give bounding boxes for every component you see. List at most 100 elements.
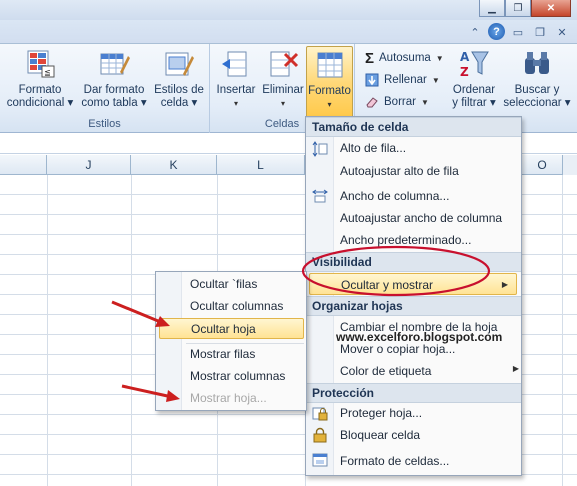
submenu-item-mostrar-hoja: Mostrar hoja... bbox=[190, 391, 267, 405]
menu-item-color-etiqueta-label: Color de etiqueta bbox=[340, 364, 432, 378]
formato-menu: Tamaño de celda Alto de fila... Autoajus… bbox=[305, 116, 522, 476]
menu-item-proteger-hoja[interactable]: Proteger hoja... bbox=[340, 406, 422, 420]
borrar-label: Borrar bbox=[384, 96, 416, 108]
column-header-k[interactable]: K bbox=[131, 155, 217, 175]
column-header-j[interactable]: J bbox=[47, 155, 131, 175]
close-icon: ✕ bbox=[557, 26, 567, 39]
svg-text:≦: ≦ bbox=[44, 68, 51, 77]
scrollbar-top[interactable] bbox=[562, 155, 577, 175]
autosuma-label: Autosuma bbox=[379, 52, 431, 64]
title-bar: ▁ ❐ ✕ bbox=[0, 0, 577, 20]
gridline bbox=[131, 175, 132, 486]
eliminar-button[interactable]: Eliminar ▾ bbox=[260, 48, 306, 110]
row-height-icon bbox=[312, 141, 328, 157]
group-estilos: ≦ Formato condicional ▾ Dar formato como… bbox=[0, 44, 210, 133]
menu-item-ocultar-mostrar[interactable]: Ocultar y mostrar ▶ bbox=[309, 273, 517, 295]
restore-button[interactable]: ❐ bbox=[505, 0, 531, 17]
menu-item-ocultar-mostrar-label: Ocultar y mostrar bbox=[341, 278, 434, 292]
estilos-celda-button[interactable]: Estilos de celda ▾ bbox=[150, 48, 208, 110]
submenu-icon-gutter bbox=[156, 272, 182, 410]
submenu-arrow-icon: ▶ bbox=[501, 280, 508, 289]
autosuma-dropdown-icon: ▼ bbox=[435, 53, 444, 63]
menu-item-ancho-predeterminado[interactable]: Ancho predeterminado... bbox=[340, 233, 471, 247]
formato-condicional-label-1: Formato bbox=[18, 84, 62, 96]
ribbon-controls: ⌃ ? ▭ ❐ ✕ bbox=[466, 23, 571, 41]
eraser-icon bbox=[366, 97, 378, 108]
estilos-celda-label-1: Estilos de bbox=[154, 84, 204, 96]
column-header-prev[interactable] bbox=[0, 155, 47, 175]
help-icon: ? bbox=[493, 25, 500, 38]
section-tamano-celda: Tamaño de celda bbox=[306, 117, 521, 137]
menu-item-ancho-columna[interactable]: Ancho de columna... bbox=[340, 189, 449, 203]
insertar-button[interactable]: Insertar ▾ bbox=[214, 48, 258, 110]
menu-item-bloquear-celda[interactable]: Bloquear celda bbox=[340, 428, 420, 442]
formato-condicional-button[interactable]: ≦ Formato condicional ▾ bbox=[6, 48, 74, 110]
submenu-divider bbox=[186, 343, 304, 344]
insertar-label: Insertar bbox=[216, 84, 256, 96]
ordenar-filtrar-label-1: Ordenar bbox=[452, 84, 496, 96]
conditional-format-icon: ≦ bbox=[27, 50, 55, 78]
group-label-estilos: Estilos bbox=[88, 118, 121, 130]
dar-formato-tabla-button[interactable]: Dar formato como tabla ▾ bbox=[80, 48, 148, 110]
chevron-up-icon: ⌃ bbox=[470, 26, 480, 39]
section-organizar-hojas: Organizar hojas bbox=[306, 296, 521, 316]
menu-item-alto-fila[interactable]: Alto de fila... bbox=[340, 141, 406, 155]
submenu-item-mostrar-filas[interactable]: Mostrar filas bbox=[190, 347, 255, 361]
svg-text:Z: Z bbox=[460, 65, 469, 79]
autosuma-button[interactable]: Σ Autosuma ▼ bbox=[365, 48, 444, 68]
submenu-item-ocultar-columnas[interactable]: Ocultar columnas bbox=[190, 299, 283, 313]
help-button[interactable]: ? bbox=[488, 23, 505, 40]
minimize-icon: ▁ bbox=[488, 2, 496, 14]
borrar-button[interactable]: Borrar ▼ bbox=[365, 92, 429, 112]
doc-restore-button[interactable]: ❐ bbox=[531, 23, 549, 41]
formato-label: Formato bbox=[308, 85, 351, 97]
borrar-dropdown-icon: ▼ bbox=[420, 97, 429, 107]
submenu-item-mostrar-columnas[interactable]: Mostrar columnas bbox=[190, 369, 285, 383]
delete-cells-icon bbox=[270, 51, 299, 77]
section-visibilidad: Visibilidad bbox=[306, 252, 521, 272]
protect-sheet-icon bbox=[312, 407, 328, 421]
window-controls: ▁ ❐ ✕ bbox=[479, 0, 571, 17]
menu-item-color-etiqueta[interactable]: Color de etiqueta ▶ bbox=[340, 364, 519, 378]
column-header-o[interactable]: O bbox=[522, 155, 562, 175]
sigma-icon: Σ bbox=[365, 49, 375, 67]
restore-icon: ❐ bbox=[513, 2, 523, 14]
format-cells-icon bbox=[312, 453, 328, 467]
close-button[interactable]: ✕ bbox=[531, 0, 571, 17]
insertar-arrow: ▾ bbox=[233, 99, 238, 108]
gridline bbox=[47, 175, 48, 486]
estilos-celda-label-2: celda ▾ bbox=[160, 97, 198, 109]
lock-icon bbox=[313, 427, 327, 443]
insert-cells-icon bbox=[222, 51, 247, 77]
doc-minimize-button[interactable]: ▭ bbox=[509, 23, 527, 41]
minimize-button[interactable]: ▁ bbox=[479, 0, 505, 17]
buscar-seleccionar-label-1: Buscar y bbox=[514, 84, 560, 96]
eliminar-label: Eliminar bbox=[262, 84, 304, 96]
table-format-icon bbox=[100, 53, 130, 75]
submenu-item-ocultar-filas[interactable]: Ocultar `filas bbox=[190, 277, 257, 291]
rellenar-dropdown-icon: ▼ bbox=[431, 75, 440, 85]
buscar-seleccionar-label-2: seleccionar ▾ bbox=[503, 97, 571, 109]
ordenar-filtrar-button[interactable]: A Z Ordenar y filtrar ▾ bbox=[447, 48, 501, 110]
section-proteccion: Protección bbox=[306, 383, 521, 403]
formato-arrow: ▾ bbox=[327, 100, 332, 109]
eliminar-arrow: ▾ bbox=[280, 99, 285, 108]
ribbon-tabs-bar: ⌃ ? ▭ ❐ ✕ bbox=[0, 20, 577, 44]
minimize-ribbon-button[interactable]: ⌃ bbox=[466, 23, 484, 41]
menu-item-mover-copiar[interactable]: Mover o copiar hoja... bbox=[340, 342, 455, 356]
submenu-arrow-icon: ▶ bbox=[512, 364, 519, 373]
sort-filter-icon: A Z bbox=[460, 50, 489, 79]
menu-item-formato-celdas[interactable]: Formato de celdas... bbox=[340, 454, 449, 468]
formato-condicional-label-2: condicional ▾ bbox=[6, 97, 74, 109]
menu-item-autoajustar-alto[interactable]: Autoajustar alto de fila bbox=[340, 164, 459, 178]
formato-button[interactable]: Formato ▾ bbox=[306, 46, 353, 118]
menu-item-autoajustar-ancho[interactable]: Autoajustar ancho de columna bbox=[340, 211, 502, 225]
submenu-item-ocultar-hoja[interactable]: Ocultar hoja bbox=[159, 318, 304, 339]
doc-close-button[interactable]: ✕ bbox=[553, 23, 571, 41]
column-header-l[interactable]: L bbox=[217, 155, 305, 175]
format-cells-icon bbox=[317, 52, 342, 78]
ordenar-filtrar-label-2: y filtrar ▾ bbox=[452, 97, 496, 109]
gridline bbox=[562, 175, 563, 486]
rellenar-button[interactable]: Rellenar ▼ bbox=[365, 70, 440, 90]
buscar-seleccionar-button[interactable]: Buscar y seleccionar ▾ bbox=[501, 48, 573, 110]
